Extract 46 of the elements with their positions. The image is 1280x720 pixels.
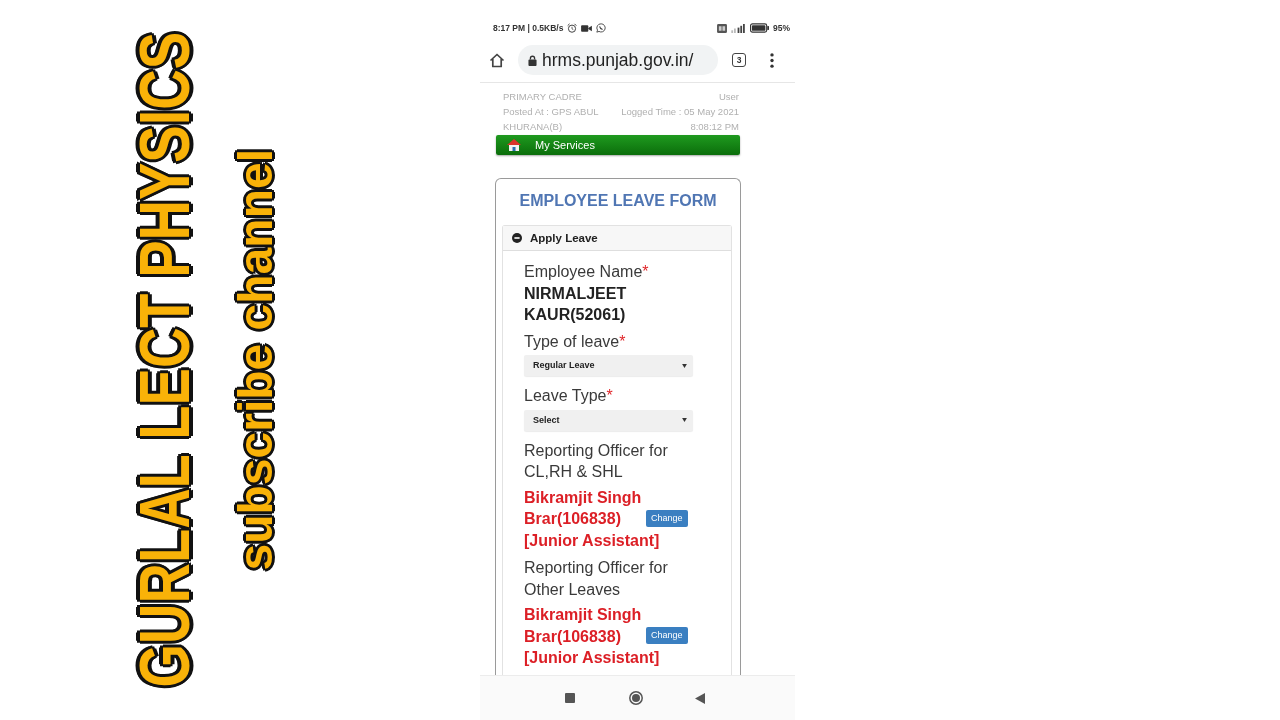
field-label: Reporting Officer for Other Leaves [524, 559, 668, 598]
status-text: 8:17 PM | 0.5KB/s [493, 23, 564, 33]
field-value: NIRMALJEET KAUR(52061) [524, 284, 628, 326]
user-info-text: User [718, 91, 739, 102]
user-info-text: KHURANA(B) [503, 120, 563, 132]
caret-icon [682, 418, 687, 423]
back-icon[interactable] [695, 692, 705, 704]
required-mark: * [606, 387, 613, 405]
address-bar[interactable]: hrms.punjab.gov.in/ [518, 45, 718, 75]
house-icon [507, 139, 521, 152]
user-info-text: Logged Time : 05 May 2021 [621, 105, 739, 117]
user-info-text: Posted At : GPS ABUL [503, 105, 599, 117]
officer-designation: [Junior Assistant] [524, 648, 660, 669]
caret-icon [682, 364, 687, 368]
section-header[interactable]: Apply Leave [503, 226, 731, 252]
alarm-icon [567, 23, 578, 33]
officer-designation: [Junior Assistant] [524, 531, 660, 551]
required-mark: * [642, 263, 649, 281]
tab-switcher-button[interactable]: 3 [732, 53, 746, 67]
battery-icon [750, 23, 769, 33]
services-menu-bar[interactable]: My Services [496, 134, 740, 156]
network-badge-icon [717, 23, 727, 33]
signal-icon [731, 23, 746, 33]
officer-name: Bikramjit Singh Brar(106838) [524, 488, 642, 530]
lock-icon [528, 54, 537, 66]
required-mark: * [619, 333, 626, 350]
field-label: Employee Name [524, 263, 643, 281]
change-button[interactable]: Change [646, 627, 688, 645]
channel-title: GURLAL LECT PHYSICS [130, 32, 200, 688]
battery-percent: 95% [773, 23, 790, 33]
dropdown[interactable]: Regular Leave [524, 355, 693, 377]
circle-icon[interactable] [629, 691, 643, 705]
user-info-text: PRIMARY CADRE [503, 91, 582, 102]
change-button[interactable]: Change [646, 510, 688, 527]
menu-icon[interactable] [770, 52, 774, 68]
video-camera-icon [581, 23, 593, 33]
officer-name: Bikramjit Singh Brar(106838) [524, 605, 642, 647]
user-info-text: 8:08:12 PM [690, 120, 739, 132]
field-label: Leave Type [524, 387, 607, 405]
field-label: Reporting Officer for CL,RH & SHL [524, 442, 668, 481]
field-label: Type of leave [524, 333, 620, 350]
form-title: EMPLOYEE LEAVE FORM [518, 191, 718, 212]
dropdown[interactable]: Select [524, 410, 693, 431]
subscribe-caption: subscribe channel [232, 149, 280, 571]
chat-bubble-icon [596, 23, 607, 33]
home-icon[interactable] [488, 51, 506, 69]
